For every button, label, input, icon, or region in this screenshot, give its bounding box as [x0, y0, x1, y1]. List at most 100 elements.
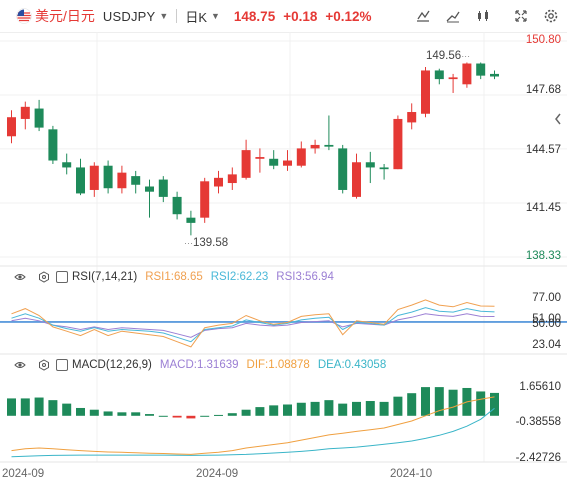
macd-bar: [214, 414, 223, 416]
macd-bar: [20, 398, 30, 416]
candle-body: [62, 162, 72, 168]
symbol-dropdown-icon[interactable]: ▼: [159, 11, 168, 21]
macd-bar: [145, 414, 154, 416]
candle-body: [227, 174, 237, 184]
macd-axis-label-1: -0.38558: [515, 416, 561, 428]
dif-value: DIF:1.08878: [246, 359, 310, 371]
macd-title[interactable]: MACD(12,26,9): [72, 359, 152, 371]
toolbar: [413, 6, 561, 26]
macd-axis-label-0: 1.65610: [519, 381, 561, 393]
macd-bar: [476, 391, 486, 416]
macd-bar: [200, 415, 210, 417]
candle-body: [476, 63, 486, 76]
draw-icon[interactable]: [473, 6, 493, 26]
visibility-icon[interactable]: [14, 359, 26, 371]
rsi1-line: [11, 299, 495, 348]
macd-bar: [365, 401, 375, 416]
macd-bar: [34, 397, 44, 416]
indicator-settings-icon[interactable]: [38, 359, 50, 371]
settings-icon[interactable]: [541, 6, 561, 26]
macd-bar: [296, 402, 306, 416]
macd-bar: [310, 401, 320, 416]
rsi2-value: RSI2:62.23: [210, 271, 269, 283]
macd-bar: [393, 396, 403, 416]
macd-bar: [7, 398, 16, 416]
collapse-panel-icon[interactable]: [553, 112, 563, 126]
macd-axis-label-2: -2.42726: [515, 452, 561, 464]
symbol-cn[interactable]: 美元/日元: [35, 6, 95, 26]
line-icon[interactable]: [443, 6, 463, 26]
macd-bar: [379, 401, 389, 416]
candle-body: [324, 144, 334, 147]
period-dropdown-icon[interactable]: ▼: [211, 11, 220, 21]
divider: [176, 9, 178, 23]
visibility-icon[interactable]: [14, 271, 26, 283]
candle-body: [158, 179, 168, 197]
macd-bar: [186, 415, 196, 419]
us-flag-icon: [16, 8, 32, 24]
candle-body: [20, 106, 30, 119]
macd-bar: [76, 407, 85, 416]
macd-bar: [283, 404, 292, 416]
candle-body: [200, 181, 210, 218]
indicator-checkbox[interactable]: [56, 271, 68, 283]
rsi-title[interactable]: RSI(7,14,21): [72, 271, 137, 283]
price-axis-label-3: 141.45: [525, 202, 561, 214]
candle-body: [48, 129, 58, 161]
symbol-en[interactable]: USDJPY: [103, 9, 156, 24]
macd-bar: [352, 401, 361, 416]
x-axis-label-0: 2024-09: [2, 468, 45, 480]
low-price-label: ···139.58: [184, 237, 229, 249]
macd-bar: [131, 412, 141, 416]
macd-header: MACD(12,26,9) MACD:1.31639 DIF:1.08878 D…: [0, 357, 386, 373]
macd-bar: [448, 389, 458, 416]
price-axis-label-4: 138.33: [525, 250, 561, 262]
macd-bar: [158, 415, 168, 417]
dea-value: DEA:0.43058: [317, 359, 387, 371]
macd-bar: [172, 415, 182, 418]
rsi-header: RSI(7,14,21) RSI1:68.65 RSI2:62.23 RSI3:…: [0, 269, 334, 285]
expand-icon[interactable]: [511, 6, 531, 26]
indicator-icon[interactable]: [413, 6, 433, 26]
price-axis-label-1: 147.68: [525, 84, 561, 96]
period-selector[interactable]: 日K: [185, 7, 207, 26]
indicator-checkbox[interactable]: [56, 359, 68, 371]
candle-body: [34, 108, 44, 128]
candle-body: [490, 73, 499, 77]
price-chart[interactable]: [0, 32, 567, 490]
macd-bar: [117, 412, 127, 416]
macd-bar: [324, 400, 334, 416]
price-change-pct: +0.12%: [325, 8, 372, 24]
price-axis-label-0: 150.80: [525, 34, 561, 46]
macd-value: MACD:1.31639: [159, 359, 239, 371]
macd-bar: [62, 403, 72, 416]
macd-bar: [490, 392, 499, 416]
candle-body: [407, 112, 417, 123]
candle-body: [255, 157, 265, 159]
rsi-axis-label-0: 77.00: [532, 292, 561, 304]
candle-body: [186, 217, 196, 223]
macd-bar: [338, 403, 348, 416]
candle-body: [448, 77, 458, 80]
macd-bar: [89, 409, 99, 416]
candle-body: [283, 160, 292, 166]
candle-body: [310, 144, 320, 149]
candle-body: [393, 118, 403, 170]
candle-body: [89, 165, 99, 190]
candle-body: [76, 167, 85, 194]
indicator-settings-icon[interactable]: [38, 271, 50, 283]
candle-body: [338, 148, 348, 190]
candle-body: [117, 172, 127, 189]
rsi-axis-label-1: 50.00: [532, 318, 561, 330]
x-axis-label-2: 2024-10: [390, 468, 433, 480]
macd-bar: [407, 393, 417, 416]
macd-bar: [227, 413, 237, 416]
candle-body: [296, 148, 306, 166]
candle-body: [352, 162, 361, 197]
candle-body: [365, 162, 375, 168]
candle-body: [269, 158, 279, 166]
macd-bar: [103, 411, 113, 416]
high-price-label: 149.56···: [426, 50, 471, 62]
rsi3-value: RSI3:56.94: [276, 271, 334, 283]
macd-bar: [241, 409, 251, 416]
